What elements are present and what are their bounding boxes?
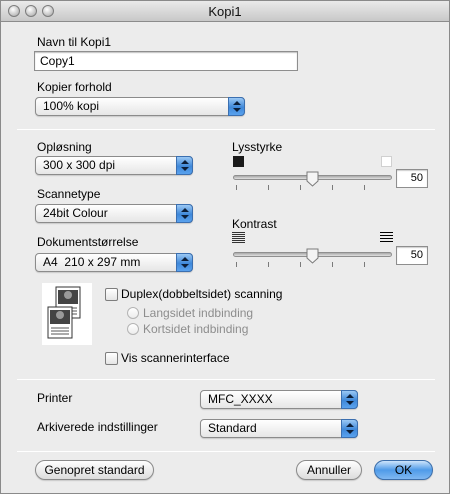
popup-arrows-icon — [341, 390, 358, 409]
popup-arrows-icon — [341, 419, 358, 438]
copy-ratio-value: 100% kopi — [43, 99, 100, 113]
brightness-value-field[interactable]: 50 — [396, 169, 428, 188]
brightness-label: Lysstyrke — [232, 140, 283, 154]
window-title: Kopi1 — [208, 4, 242, 19]
high-contrast-icon — [380, 232, 393, 243]
scan-type-label: Scannetype — [37, 187, 101, 201]
long-edge-binding-radio[interactable] — [127, 307, 139, 319]
low-contrast-icon — [232, 232, 245, 243]
black-square-icon — [233, 156, 244, 167]
show-scanner-interface-checkbox[interactable] — [105, 352, 118, 365]
resolution-value: 300 x 300 dpi — [43, 158, 116, 172]
printer-popup[interactable]: MFC_XXXX — [200, 390, 358, 409]
contrast-label: Kontrast — [232, 217, 277, 231]
document-size-value: A4 210 x 297 mm — [43, 255, 141, 269]
popup-arrows-icon — [176, 204, 193, 223]
restore-defaults-button[interactable]: Genopret standard — [35, 460, 154, 480]
printer-label: Printer — [37, 391, 73, 405]
short-edge-binding-label: Kortsidet indbinding — [143, 322, 249, 336]
popup-arrows-icon — [228, 97, 245, 116]
document-size-popup[interactable]: A4 210 x 297 mm — [35, 253, 193, 272]
popup-arrows-icon — [176, 156, 193, 175]
brightness-slider-thumb[interactable] — [306, 171, 319, 187]
scan-type-popup[interactable]: 24bit Colour — [35, 204, 193, 223]
dialog-window: Kopi1 Navn til Kopi1 Copy1 Kopier forhol… — [0, 0, 450, 494]
saved-settings-label: Arkiverede indstillinger — [37, 420, 158, 434]
copy-ratio-label: Kopier forhold — [37, 80, 112, 94]
separator — [17, 129, 435, 130]
copy-name-field[interactable]: Copy1 — [34, 51, 298, 71]
title-bar[interactable]: Kopi1 — [1, 1, 449, 22]
long-edge-binding-label: Langsidet indbinding — [143, 306, 254, 320]
contrast-slider-thumb[interactable] — [306, 248, 319, 264]
show-scanner-interface-label[interactable]: Vis scannerinterface — [121, 351, 230, 365]
duplex-label[interactable]: Duplex(dobbeltsidet) scanning — [121, 287, 282, 301]
short-edge-binding-radio[interactable] — [127, 323, 139, 335]
duplex-checkbox[interactable] — [105, 288, 118, 301]
duplex-document-icon — [42, 283, 92, 345]
saved-settings-value: Standard — [208, 421, 257, 435]
separator — [17, 451, 435, 452]
cancel-button[interactable]: Annuller — [296, 460, 362, 480]
white-square-icon — [381, 156, 392, 167]
resolution-label: Opløsning — [37, 140, 92, 154]
document-size-label: Dokumentstørrelse — [37, 235, 139, 249]
printer-value: MFC_XXXX — [208, 392, 273, 406]
contrast-value-field[interactable]: 50 — [396, 246, 428, 265]
popup-arrows-icon — [176, 253, 193, 272]
separator — [17, 379, 435, 380]
copy-name-label: Navn til Kopi1 — [37, 35, 112, 49]
scan-type-value: 24bit Colour — [43, 206, 108, 220]
resolution-popup[interactable]: 300 x 300 dpi — [35, 156, 193, 175]
saved-settings-popup[interactable]: Standard — [200, 419, 358, 438]
copy-ratio-popup[interactable]: 100% kopi — [35, 97, 245, 116]
ok-button[interactable]: OK — [374, 460, 433, 480]
